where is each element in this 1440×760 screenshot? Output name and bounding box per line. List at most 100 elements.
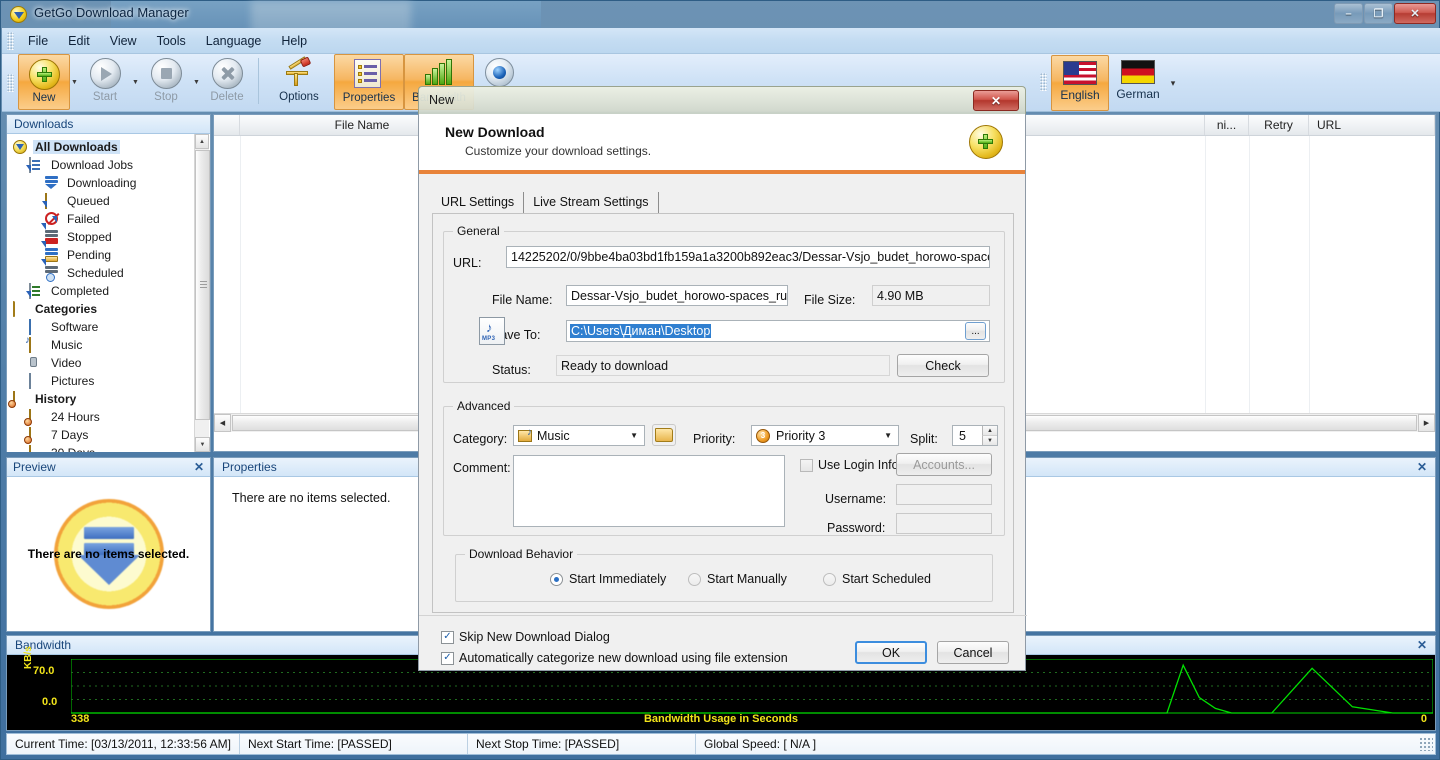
tab-live-stream-settings[interactable]: Live Stream Settings [524, 192, 659, 213]
language-german-label: German [1116, 87, 1160, 101]
chevron-down-icon[interactable]: ▼ [630, 431, 642, 440]
file-name-label: File Name: [492, 293, 553, 307]
sidebar-item-completed[interactable]: Completed [11, 282, 210, 300]
sidebar-item-downloading[interactable]: Downloading [11, 174, 210, 192]
language-german-button[interactable]: German [1109, 55, 1167, 111]
menu-item-language[interactable]: Language [196, 31, 272, 51]
ok-button[interactable]: OK [855, 641, 927, 664]
split-value: 5 [959, 428, 966, 443]
use-login-info-checkbox[interactable]: ✓ Use Login Info [800, 458, 899, 472]
check-button[interactable]: Check [897, 354, 989, 377]
preview-caption-label: Preview [13, 460, 56, 474]
mp3-tag-label: MP3 [482, 336, 496, 342]
close-button[interactable]: ✕ [1394, 3, 1436, 24]
stop-dropdown-arrow-icon[interactable]: ▼ [192, 54, 201, 110]
menu-item-view[interactable]: View [100, 31, 147, 51]
hscroll-left-icon[interactable]: ◀ [214, 414, 231, 432]
resize-grip-icon[interactable] [1419, 737, 1433, 751]
status-next-start-time: Next Start Time: [PASSED] [240, 734, 468, 754]
tab-page-url-settings: General URL: 14225202/0/9bbe4ba03bd1fb15… [432, 213, 1014, 613]
radio-start-immediately[interactable]: Start Immediately [550, 572, 666, 586]
start-dropdown-arrow-icon[interactable]: ▼ [131, 54, 140, 110]
column-header-icon[interactable] [214, 115, 240, 135]
url-label: URL: [453, 256, 482, 270]
radio-circle-2 [688, 572, 701, 586]
hscroll-right-icon[interactable]: ▶ [1418, 414, 1435, 432]
column-header-retry[interactable]: Retry [1249, 115, 1309, 135]
stop-button[interactable]: Stop [140, 54, 192, 110]
sidebar-scrollbar[interactable]: ▲ ▼ [194, 134, 210, 452]
tab-url-settings[interactable]: URL Settings [432, 192, 525, 213]
sidebar-item-video[interactable]: Video [11, 354, 210, 372]
column-header-url[interactable]: URL [1309, 115, 1435, 135]
comment-textarea[interactable] [513, 455, 785, 527]
username-input[interactable] [896, 484, 992, 505]
failed-icon [45, 211, 61, 227]
properties-button[interactable]: Properties [334, 54, 404, 110]
sidebar-item-music[interactable]: Music [11, 336, 210, 354]
options-button[interactable]: Options [264, 54, 334, 110]
language-english-button[interactable]: English [1051, 55, 1109, 111]
sidebar-item-categories[interactable]: Categories [11, 300, 210, 318]
sidebar-item-24-hours[interactable]: 24 Hours [11, 408, 210, 426]
window-buttons: – ❐ ✕ [1333, 3, 1436, 24]
save-to-input[interactable]: C:\Users\Диман\Desktop [566, 320, 990, 342]
column-header-remaining[interactable]: ni... [1205, 115, 1249, 135]
skip-dialog-checkbox[interactable]: ✓ Skip New Download Dialog [441, 630, 610, 644]
menu-grip[interactable] [7, 31, 14, 50]
software-icon [29, 318, 45, 335]
split-stepper[interactable]: 5 ▲ ▼ [952, 425, 998, 446]
menu-item-edit[interactable]: Edit [58, 31, 100, 51]
menu-item-tools[interactable]: Tools [147, 31, 196, 51]
language-overflow-icon[interactable]: ▾ [1167, 55, 1179, 111]
sidebar-item-30-days[interactable]: 30 Days [11, 444, 210, 452]
maximize-button[interactable]: ❐ [1364, 3, 1393, 24]
language-toolbar-grip[interactable] [1040, 73, 1047, 91]
toolbar-grip[interactable] [7, 74, 14, 92]
auto-categorize-checkbox[interactable]: ✓ Automatically categorize new download … [441, 651, 788, 665]
sidebar-item-history[interactable]: History [11, 390, 210, 408]
new-dropdown-arrow-icon[interactable]: ▼ [70, 54, 79, 110]
sidebar-item-software[interactable]: Software [11, 318, 210, 336]
bandwidth-close-icon[interactable]: ✕ [1417, 638, 1427, 652]
password-input[interactable] [896, 513, 992, 534]
properties-close-icon[interactable]: ✕ [1417, 460, 1427, 474]
radio-start-manually[interactable]: Start Manually [688, 572, 787, 586]
scroll-down-icon[interactable]: ▼ [195, 437, 210, 452]
chart-y-tick-min: 0.0 [42, 696, 58, 708]
minimize-button[interactable]: – [1334, 3, 1363, 24]
sidebar-item-queued[interactable]: Queued [11, 192, 210, 210]
start-button[interactable]: Start [79, 54, 131, 110]
dialog-footer: ✓ Skip New Download Dialog ✓ Automatical… [419, 615, 1027, 731]
chevron-down-icon-2[interactable]: ▼ [884, 431, 896, 440]
sidebar-item-download-jobs[interactable]: Download Jobs [11, 156, 210, 174]
url-input[interactable]: 14225202/0/9bbe4ba03bd1fb159a1a3200b892e… [506, 246, 990, 268]
scrollbar-thumb[interactable] [195, 150, 210, 420]
scroll-up-icon[interactable]: ▲ [195, 134, 209, 149]
sidebar-item-scheduled[interactable]: Scheduled [11, 258, 210, 282]
preview-close-icon[interactable]: ✕ [194, 460, 204, 474]
cancel-button[interactable]: Cancel [937, 641, 1009, 664]
file-name-input[interactable]: Dessar-Vsjo_budet_horowo-spaces_ru.mp3 [566, 285, 788, 306]
de-flag-icon [1121, 60, 1155, 84]
category-select[interactable]: Music ▼ [513, 425, 645, 446]
use-login-info-label: Use Login Info [818, 458, 899, 472]
sidebar-item-pictures[interactable]: Pictures [11, 372, 210, 390]
dialog-close-button[interactable]: ✕ [973, 90, 1019, 111]
menu-item-file[interactable]: File [18, 31, 58, 51]
us-flag-icon [1063, 61, 1097, 85]
accounts-button[interactable]: Accounts... [896, 453, 992, 476]
sidebar-item-all-downloads[interactable]: All Downloads [11, 138, 210, 156]
preview-panel: Preview ✕ There are no items selected. [6, 457, 211, 632]
new-button[interactable]: New [18, 54, 70, 110]
category-folder-button[interactable] [652, 424, 676, 446]
browse-button[interactable]: ... [965, 322, 986, 340]
delete-button[interactable]: Delete [201, 54, 253, 110]
menu-item-help[interactable]: Help [271, 31, 317, 51]
split-stepper-buttons[interactable]: ▲ ▼ [982, 426, 997, 445]
dialog-body: New Download Customize your download set… [418, 114, 1027, 671]
sidebar-item-7-days[interactable]: 7 Days [11, 426, 210, 444]
priority-select[interactable]: 3 Priority 3 ▼ [751, 425, 899, 446]
priority-3-icon: 3 [756, 428, 770, 443]
radio-start-scheduled[interactable]: Start Scheduled [823, 572, 931, 586]
